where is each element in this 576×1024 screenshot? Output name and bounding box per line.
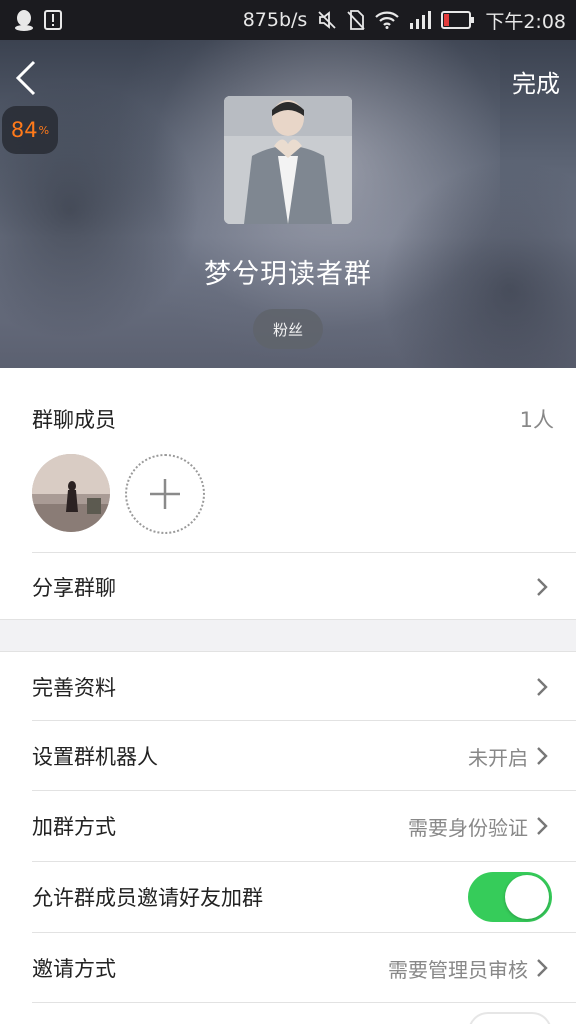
divider (32, 720, 576, 721)
chevron-right-icon (534, 957, 550, 979)
group-avatar[interactable] (224, 96, 352, 224)
members-section: 群聊成员 1人 (0, 368, 576, 552)
group-tag[interactable]: 粉丝 (253, 309, 323, 349)
next-row-toggle[interactable] (468, 1012, 552, 1024)
network-speed: 875b/s (242, 9, 308, 31)
plus-icon (150, 479, 180, 509)
members-title: 群聊成员 (32, 408, 116, 432)
chevron-right-icon (534, 576, 550, 598)
invite-method-value: 需要管理员审核 (388, 957, 528, 982)
complete-profile-row[interactable]: 完善资料 (0, 653, 576, 721)
done-button[interactable]: 完成 (512, 64, 560, 99)
divider (32, 932, 576, 933)
invite-method-row[interactable]: 邀请方式 需要管理员审核 (0, 934, 576, 1002)
divider (32, 861, 576, 862)
qq-notification-icon (14, 9, 34, 31)
status-time: 下午2:08 (485, 10, 566, 33)
member-avatar[interactable] (32, 454, 110, 532)
back-button[interactable] (10, 58, 44, 98)
status-bar: 875b/s 下午2:08 (0, 0, 576, 40)
invite-method-label: 邀请方式 (32, 957, 116, 981)
group-name: 梦兮玥读者群 (204, 259, 372, 290)
share-group-row[interactable]: 分享群聊 (0, 553, 576, 621)
group-robot-label: 设置群机器人 (32, 745, 158, 769)
divider (32, 790, 576, 791)
no-sim-icon (347, 10, 365, 30)
divider (32, 1002, 576, 1003)
battery-float-unit: % (38, 123, 50, 137)
join-method-label: 加群方式 (32, 815, 116, 839)
share-group-label: 分享群聊 (32, 576, 116, 600)
chevron-right-icon (534, 815, 550, 837)
chevron-left-icon (15, 60, 36, 96)
members-count: 1人 (519, 408, 554, 432)
members-header[interactable]: 群聊成员 1人 (32, 404, 554, 434)
allow-invite-label: 允许群成员邀请好友加群 (32, 886, 263, 910)
battery-icon (441, 11, 475, 29)
add-member-button[interactable] (125, 454, 205, 534)
complete-profile-label: 完善资料 (32, 676, 116, 700)
allow-invite-row: 允许群成员邀请好友加群 (0, 863, 576, 931)
join-method-value: 需要身份验证 (408, 815, 528, 840)
group-robot-value: 未开启 (468, 745, 528, 770)
section-gap (0, 619, 576, 652)
group-robot-row[interactable]: 设置群机器人 未开启 (0, 722, 576, 790)
allow-invite-toggle[interactable] (468, 872, 552, 922)
signal-icon (409, 11, 432, 29)
battery-float-value: 84 (10, 118, 38, 142)
join-method-row[interactable]: 加群方式 需要身份验证 (0, 792, 576, 860)
mute-icon (317, 10, 337, 30)
alert-icon (44, 10, 62, 30)
chevron-right-icon (534, 676, 550, 698)
wifi-icon (375, 11, 400, 29)
battery-float-badge[interactable]: 84% (2, 106, 58, 154)
toggle-knob (505, 875, 549, 919)
chevron-right-icon (534, 745, 550, 767)
